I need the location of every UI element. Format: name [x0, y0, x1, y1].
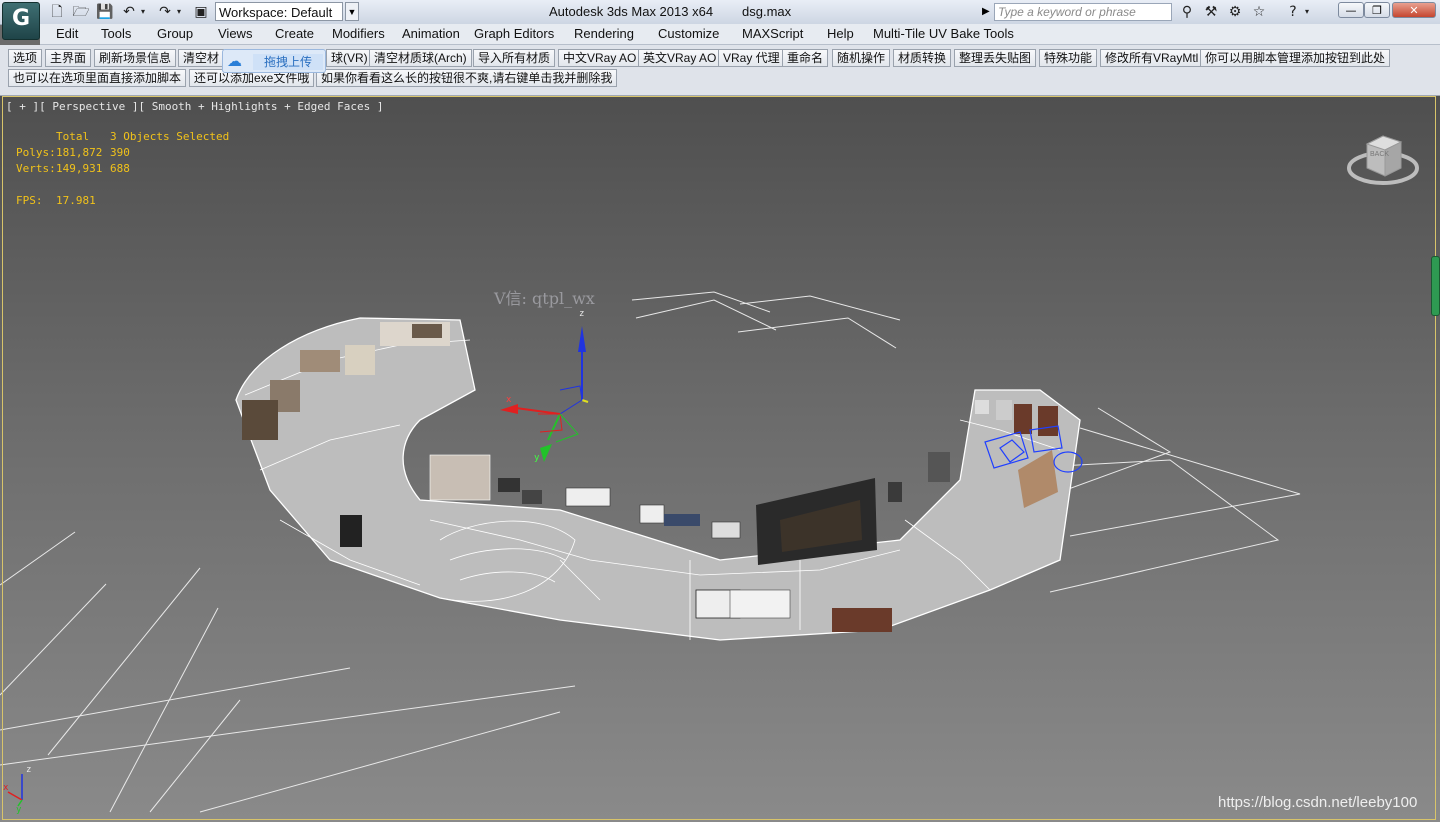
restore-button[interactable]: ❐	[1364, 2, 1390, 18]
menu-create[interactable]: Create	[275, 26, 314, 41]
toolbar-button-material-convert[interactable]: 材质转换	[893, 49, 952, 67]
chevron-down-icon[interactable]: ▼	[345, 2, 359, 21]
blog-url-watermark: https://blog.csdn.net/leeby100	[1218, 794, 1418, 811]
stats-fps-label: FPS:	[16, 194, 43, 207]
menu-help[interactable]: Help	[827, 26, 854, 41]
menu-maxscript[interactable]: MAXScript	[742, 26, 803, 41]
menu-views[interactable]: Views	[218, 26, 252, 41]
toolbar-button-rename[interactable]: 重命名	[782, 49, 829, 67]
app-logo-button[interactable]: G	[2, 2, 40, 40]
stats-verts-total: 149,931	[56, 162, 103, 175]
menu-rendering[interactable]: Rendering	[574, 26, 634, 41]
stats-fps-value: 17.981	[56, 194, 96, 207]
communication-icon[interactable]: ⚒	[1202, 3, 1220, 21]
redo-icon[interactable]: ↷	[156, 3, 174, 21]
toolbar-button-special[interactable]: 特殊功能	[1039, 49, 1098, 67]
gizmo-z-label: z	[579, 309, 584, 319]
toolbar-button-delete-me[interactable]: 如果你看看这么长的按钮很不爽,请右键单击我并删除我	[316, 69, 618, 87]
file-name: dsg.max	[742, 4, 792, 19]
menu-tools[interactable]: Tools	[101, 26, 131, 41]
toolbar-button-main-ui[interactable]: 主界面	[45, 49, 92, 67]
stats-polys-total: 181,872	[56, 146, 103, 159]
toolbar-button-clear-material-vr[interactable]: 球(VR)	[326, 49, 373, 67]
stats-header-selected: 3 Objects Selected	[110, 130, 230, 143]
help-dropdown-icon[interactable]: ▾	[1302, 3, 1312, 21]
toolbar-button-add-script-hint[interactable]: 你可以用脚本管理添加按钮到此处	[1200, 49, 1391, 67]
stats-polys-label: Polys:	[16, 146, 56, 159]
scene-wireframe[interactable]: z x y z x y	[0, 96, 1440, 822]
toolbar-button-add-script-options[interactable]: 也可以在选项里面直接添加脚本	[8, 69, 187, 87]
stats-verts-label: Verts:	[16, 162, 56, 175]
menu-modifiers[interactable]: Modifiers	[332, 26, 385, 41]
help-icon[interactable]: ?	[1284, 3, 1302, 21]
undo-icon[interactable]: ↶	[120, 3, 138, 21]
window-title: Autodesk 3ds Max 2013 x64	[549, 4, 714, 19]
close-button[interactable]: ✕	[1392, 2, 1436, 18]
toolbar-button-options[interactable]: 选项	[8, 49, 43, 67]
toolbar-button-import-all-materials[interactable]: 导入所有材质	[473, 49, 556, 67]
toolbar-button-random-ops[interactable]: 随机操作	[832, 49, 891, 67]
viewcube[interactable]	[1345, 126, 1425, 190]
open-folder-icon[interactable]: 🗁	[72, 3, 90, 21]
menu-edit[interactable]: Edit	[56, 26, 78, 41]
new-file-icon[interactable]: 🗋	[48, 3, 66, 21]
stats-polys-selected: 390	[110, 146, 130, 159]
gizmo-y-label: y	[534, 453, 540, 463]
tripod-y-label: y	[16, 805, 22, 815]
viewport-label-menu[interactable]: [ + ][ Perspective ][ Smooth + Highlight…	[6, 100, 384, 113]
toolbar-button-vray-proxy[interactable]: VRay 代理	[718, 49, 785, 67]
toolbar-button-modify-vraymtl[interactable]: 修改所有VRayMtl	[1100, 49, 1204, 67]
tripod-x-label: x	[3, 783, 9, 793]
viewport-scrollbar-thumb[interactable]	[1431, 256, 1440, 316]
binoculars-icon[interactable]: ⚲	[1178, 3, 1196, 21]
perspective-viewport[interactable]: z x y z x y	[0, 96, 1440, 822]
search-input[interactable]: Type a keyword or phrase	[994, 3, 1172, 21]
minimize-button[interactable]: —	[1338, 2, 1364, 18]
exchange-icon[interactable]: ⚙	[1226, 3, 1244, 21]
menu-graph-editors[interactable]: Graph Editors	[474, 26, 554, 41]
save-icon[interactable]: 💾	[96, 3, 114, 21]
upload-popup[interactable]: ☁ 拖拽上传	[222, 49, 326, 73]
transform-gizmo[interactable]	[500, 326, 589, 462]
workspace-dropdown[interactable]: Workspace: Default	[215, 2, 343, 21]
toolbar-button-clear-material[interactable]: 清空材	[178, 49, 225, 67]
toolbar-button-vray-ao-cn[interactable]: 中文VRay AO	[558, 49, 642, 67]
toolbar-button-fix-missing-maps[interactable]: 整理丢失贴图	[954, 49, 1037, 67]
gizmo-x-label: x	[506, 395, 512, 405]
project-folder-icon[interactable]: ▣	[192, 3, 210, 21]
search-expand-icon[interactable]: ▶	[982, 3, 992, 21]
app-logo-glyph: G	[11, 6, 31, 31]
upload-popup-label: 拖拽上传	[253, 54, 323, 70]
tripod-z-label: z	[26, 765, 31, 775]
cloud-upload-icon: ☁	[227, 52, 242, 70]
menu-animation[interactable]: Animation	[402, 26, 460, 41]
toolbar-button-vray-ao-en[interactable]: 英文VRay AO	[638, 49, 722, 67]
stats-verts-selected: 688	[110, 162, 130, 175]
world-axis-tripod	[7, 774, 23, 807]
menu-customize[interactable]: Customize	[658, 26, 719, 41]
viewcube-face-label[interactable]: BACK	[1370, 151, 1389, 158]
star-icon[interactable]: ☆	[1250, 3, 1268, 21]
undo-dropdown-icon[interactable]: ▾	[138, 3, 148, 21]
stats-header-total: Total	[56, 130, 90, 143]
toolbar-button-clear-material-arch[interactable]: 清空材质球(Arch)	[369, 49, 472, 67]
toolbar-button-refresh-scene-info[interactable]: 刷新场景信息	[94, 49, 177, 67]
redo-dropdown-icon[interactable]: ▾	[174, 3, 184, 21]
menu-multitile-uv-bake-tools[interactable]: Multi-Tile UV Bake Tools	[873, 26, 1014, 41]
watermark-text: V信: qtpl_wx	[494, 289, 595, 308]
menu-group[interactable]: Group	[157, 26, 193, 41]
